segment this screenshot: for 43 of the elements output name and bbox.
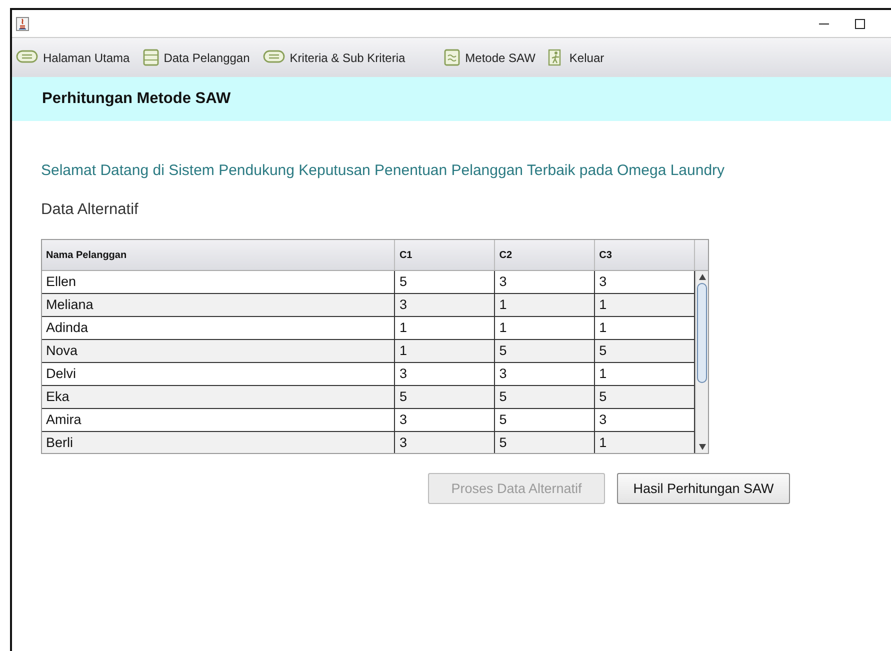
scroll-down-icon[interactable] <box>698 444 706 450</box>
table-cell: 3 <box>395 432 496 453</box>
table-cell: 3 <box>395 363 496 385</box>
menu-item[interactable]: Metode SAW <box>444 49 536 66</box>
scroll-up-icon[interactable] <box>698 274 706 280</box>
table-cell: Ellen <box>42 271 396 293</box>
table-cell: 3 <box>495 271 596 293</box>
scrollbar[interactable] <box>695 271 708 453</box>
menu-item[interactable]: Halaman Utama <box>16 49 130 66</box>
table-cell: 3 <box>395 409 496 431</box>
table-cell: Berli <box>42 432 396 453</box>
table-cell: Adinda <box>42 317 396 339</box>
table-cell: 5 <box>395 386 496 408</box>
table-cell: Delvi <box>42 363 396 385</box>
menu-item[interactable]: Keluar <box>548 49 604 66</box>
table-cell: Nova <box>42 340 396 362</box>
welcome-text: Selamat Datang di Sistem Pendukung Keputusan Penentuan Pelanggan Terbaik pada Omega Laundry <box>41 162 726 179</box>
table-cell: 5 <box>495 432 596 453</box>
table-cell: 1 <box>495 294 596 316</box>
table-cell: 1 <box>395 340 496 362</box>
result-button[interactable]: Hasil Perhitungan SAW <box>617 473 790 504</box>
table-cell: 1 <box>395 317 496 339</box>
menu-item[interactable]: Kriteria & Sub Kriteria <box>262 49 406 66</box>
page-title: Perhitungan Metode SAW <box>42 90 231 108</box>
column-header[interactable]: C2 <box>495 240 596 270</box>
table-cell: 5 <box>495 386 596 408</box>
table-cell: 5 <box>395 271 496 293</box>
section-title: Data Alternatif <box>41 201 140 219</box>
scroll-thumb[interactable] <box>697 283 707 383</box>
column-header[interactable]: Nama Pelanggan <box>42 240 396 270</box>
column-header[interactable]: C1 <box>395 240 496 270</box>
table-cell: 3 <box>395 294 496 316</box>
table-cell: 5 <box>495 340 596 362</box>
table-cell: 1 <box>495 317 596 339</box>
menu-item[interactable]: Data Pelanggan <box>142 49 250 66</box>
document-icon <box>444 49 460 66</box>
table-cell: Eka <box>42 386 396 408</box>
table-cell: 3 <box>495 363 596 385</box>
table-cell: Amira <box>42 409 396 431</box>
list-icon <box>142 49 159 66</box>
table-cell: Meliana <box>42 294 396 316</box>
maximize-icon[interactable] <box>855 18 865 28</box>
table-cell: 5 <box>495 409 596 431</box>
